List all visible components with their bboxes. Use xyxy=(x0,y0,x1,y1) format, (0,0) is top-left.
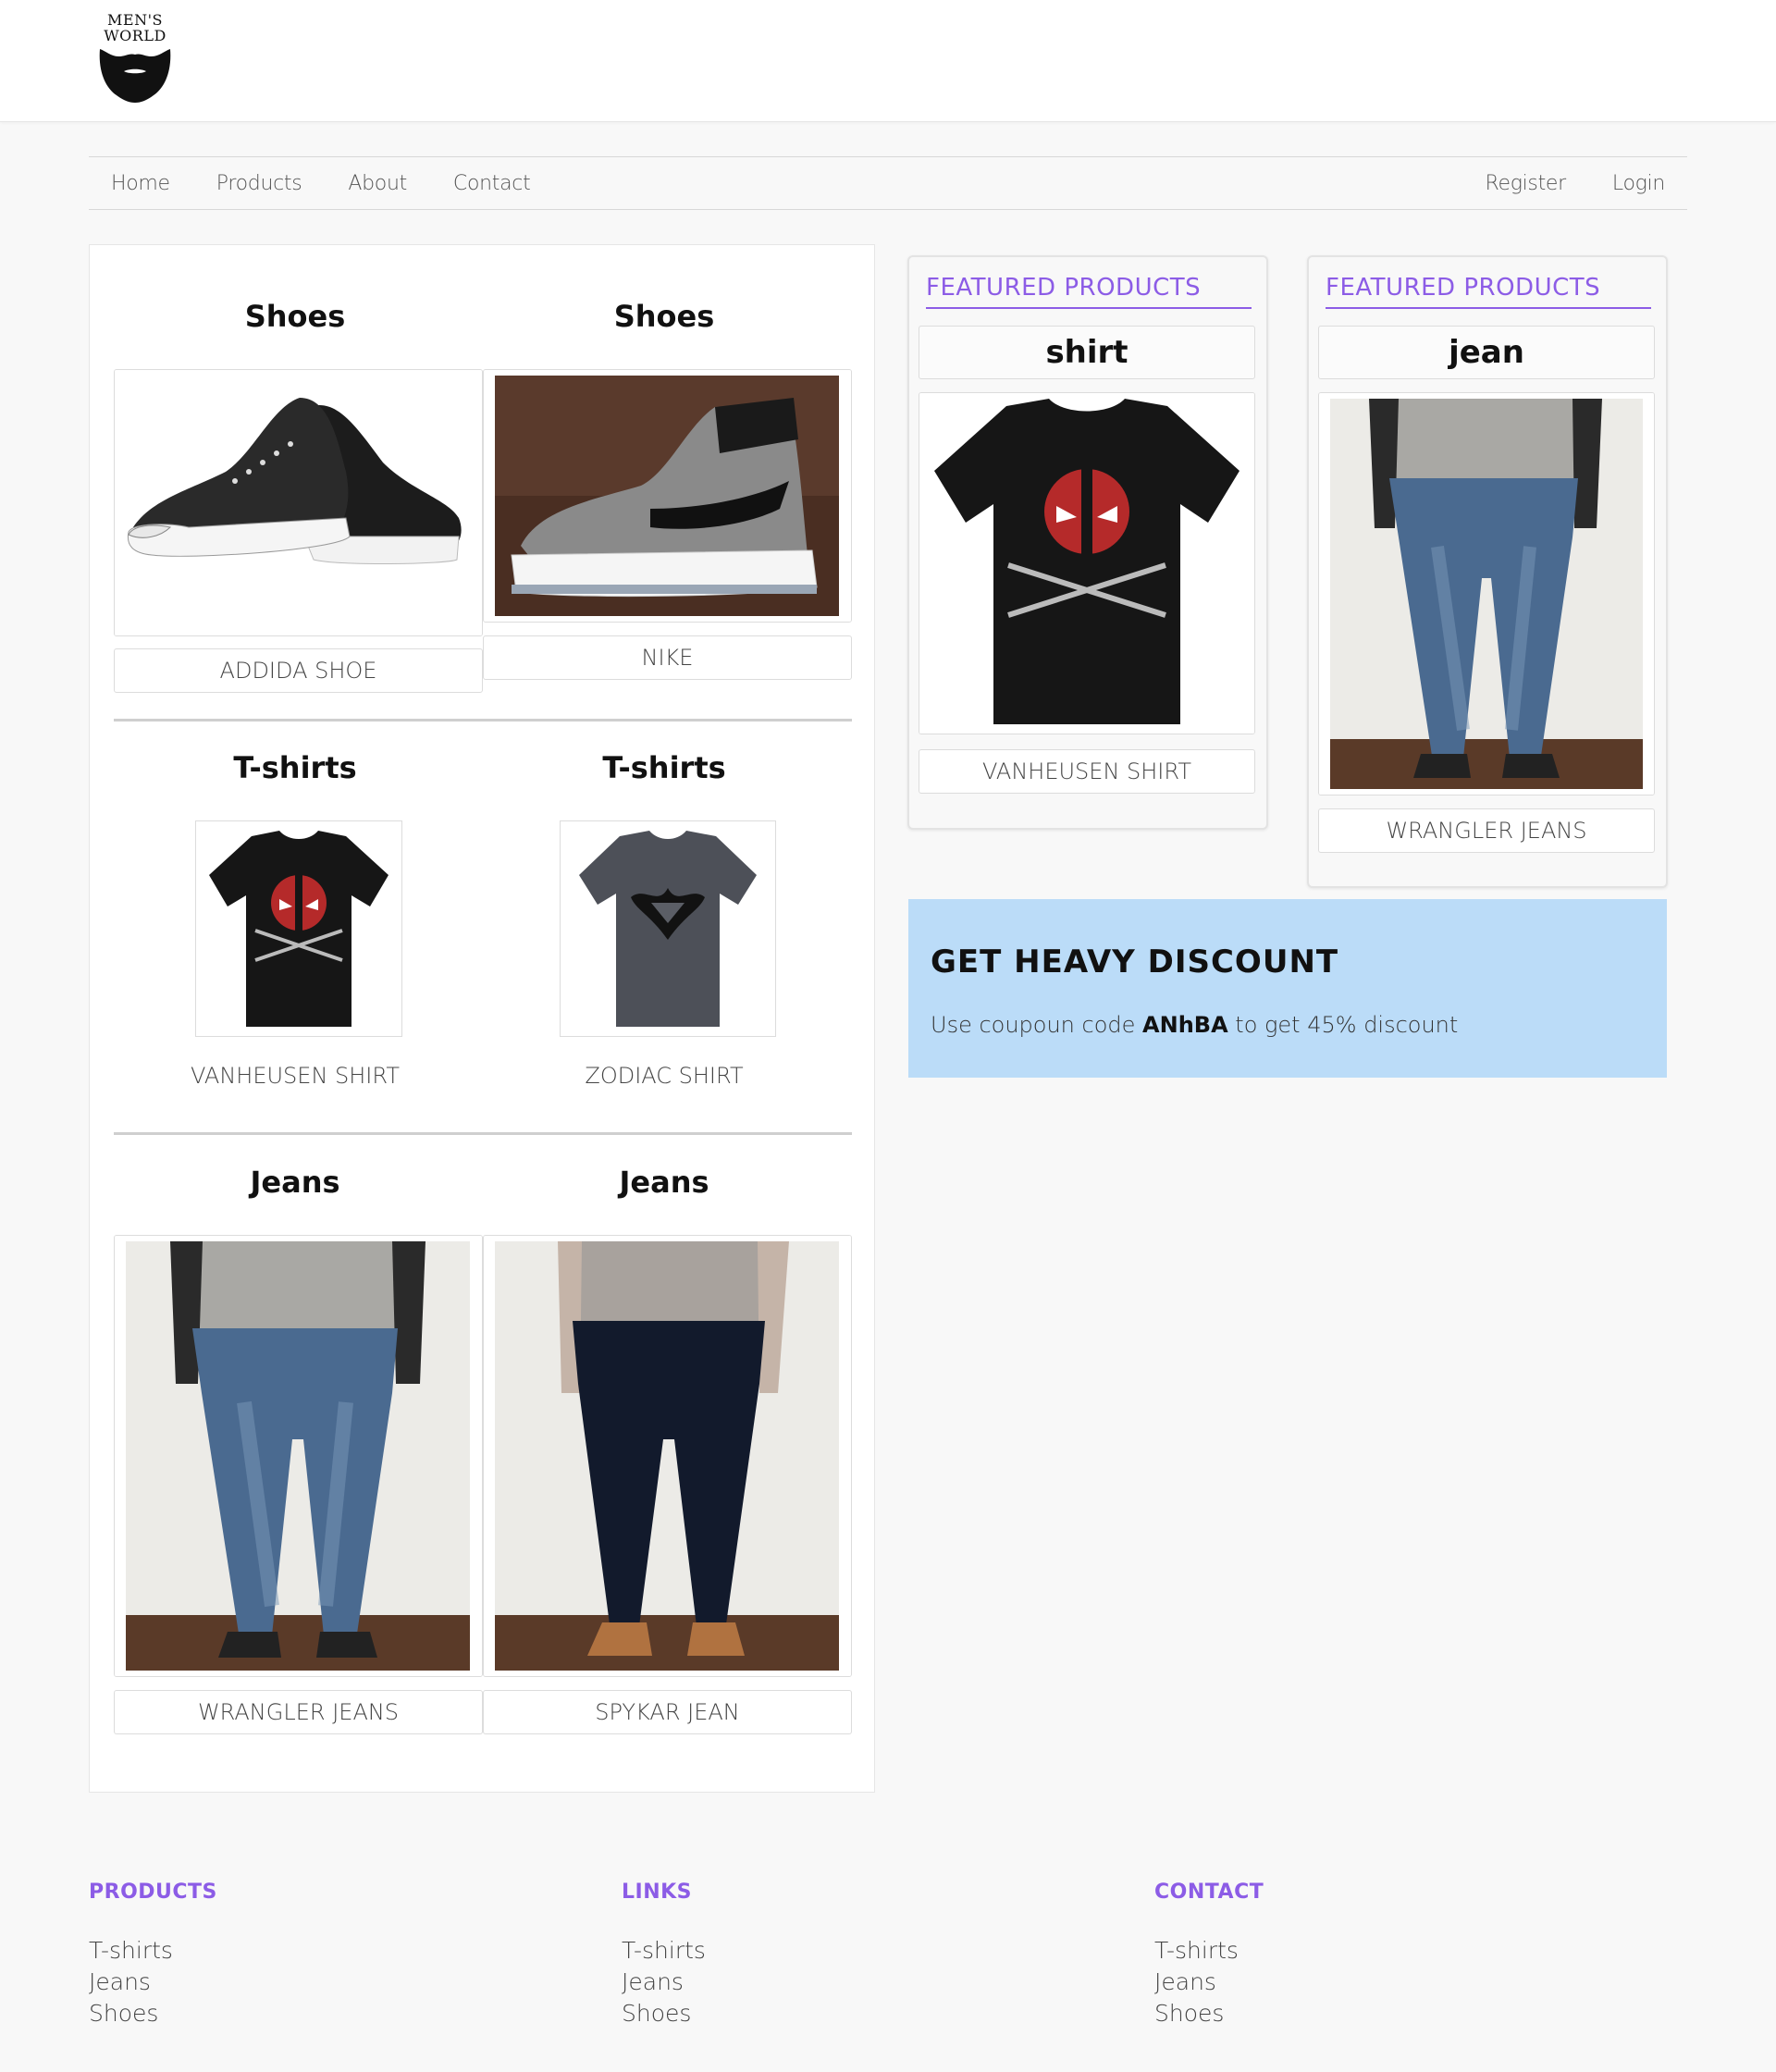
footer-link-jeans[interactable]: Jeans xyxy=(1154,1967,1524,1998)
footer-link-shoes[interactable]: Shoes xyxy=(622,1998,992,2029)
featured-title[interactable]: jean xyxy=(1318,326,1655,379)
footer-link-tshirts[interactable]: T-shirts xyxy=(89,1935,459,1967)
blue-jeans-image[interactable] xyxy=(1318,392,1655,796)
main-navbar: Home Products About Contact Register Log… xyxy=(89,156,1687,210)
dark-jeans-image[interactable] xyxy=(483,1235,852,1677)
nav-login[interactable]: Login xyxy=(1612,172,1665,195)
brand-logo[interactable]: MEN'S WORLD xyxy=(93,11,177,104)
featured-product-name[interactable]: WRANGLER JEANS xyxy=(1318,808,1655,853)
featured-product-name[interactable]: VANHEUSEN SHIRT xyxy=(919,749,1255,794)
footer-link-shoes[interactable]: Shoes xyxy=(1154,1998,1524,2029)
row-divider xyxy=(114,719,852,722)
featured-heading: FEATURED PRODUCTS xyxy=(1326,274,1651,309)
product-name-box[interactable]: SPYKAR JEAN xyxy=(483,1690,852,1734)
category-title: Jeans xyxy=(250,1165,340,1200)
footer-column-contact: CONTACT T-shirts Jeans Shoes xyxy=(1154,1881,1524,2029)
footer-title: CONTACT xyxy=(1154,1881,1264,1904)
product-catalog: Shoes Shoes ADDIDA SHOE NIKE T-shirts T-… xyxy=(89,244,875,1793)
footer-link-jeans[interactable]: Jeans xyxy=(89,1967,459,1998)
featured-card: FEATURED PRODUCTS shirt VANHEUSEN SHIRT xyxy=(907,255,1268,830)
row-divider xyxy=(114,1132,852,1135)
discount-text: Use coupoun code ANhBA to get 45% discou… xyxy=(931,1012,1458,1038)
beard-icon xyxy=(99,49,171,103)
discount-banner: GET HEAVY DISCOUNT Use coupoun code ANhB… xyxy=(908,899,1667,1078)
category-title: Jeans xyxy=(619,1165,709,1200)
nav-about[interactable]: About xyxy=(348,172,407,195)
nav-products[interactable]: Products xyxy=(216,172,302,195)
category-title: T-shirts xyxy=(602,750,726,785)
batman-superman-tshirt-image[interactable] xyxy=(560,820,776,1037)
product-name-box[interactable]: ADDIDA SHOE xyxy=(114,648,483,693)
category-title: Shoes xyxy=(613,299,715,334)
featured-title[interactable]: shirt xyxy=(919,326,1255,379)
footer-title: PRODUCTS xyxy=(89,1881,217,1904)
discount-title: GET HEAVY DISCOUNT xyxy=(931,944,1339,980)
deadpool-tshirt-image[interactable] xyxy=(919,392,1255,734)
footer-column-links: LINKS T-shirts Jeans Shoes xyxy=(622,1881,992,2029)
sneaker-image[interactable] xyxy=(114,369,483,636)
coupon-code: ANhBA xyxy=(1142,1012,1228,1038)
footer-link-tshirts[interactable]: T-shirts xyxy=(1154,1935,1524,1967)
footer-link-tshirts[interactable]: T-shirts xyxy=(622,1935,992,1967)
product-name-box[interactable]: WRANGLER JEANS xyxy=(114,1690,483,1734)
product-name[interactable]: VANHEUSEN SHIRT xyxy=(110,1063,480,1089)
nav-home[interactable]: Home xyxy=(111,172,170,195)
blue-jeans-image[interactable] xyxy=(114,1235,483,1677)
deadpool-tshirt-image[interactable] xyxy=(195,820,402,1037)
footer-column-products: PRODUCTS T-shirts Jeans Shoes xyxy=(89,1881,459,2029)
logo-line-2: WORLD xyxy=(104,27,166,44)
hightop-image[interactable] xyxy=(483,369,852,623)
featured-card: FEATURED PRODUCTS jean WRANGLER JEANS xyxy=(1307,255,1668,888)
category-title: Shoes xyxy=(244,299,346,334)
product-name[interactable]: ZODIAC SHIRT xyxy=(479,1063,849,1089)
category-title: T-shirts xyxy=(233,750,357,785)
featured-heading: FEATURED PRODUCTS xyxy=(926,274,1252,309)
nav-contact[interactable]: Contact xyxy=(453,172,531,195)
footer-link-jeans[interactable]: Jeans xyxy=(622,1967,992,1998)
footer-title: LINKS xyxy=(622,1881,693,1904)
product-name-box[interactable]: NIKE xyxy=(483,635,852,680)
nav-register[interactable]: Register xyxy=(1485,172,1566,195)
site-header: MEN'S WORLD xyxy=(0,0,1776,122)
discount-text-before: Use coupoun code xyxy=(931,1012,1143,1038)
footer-link-shoes[interactable]: Shoes xyxy=(89,1998,459,2029)
discount-text-after: to get 45% discount xyxy=(1227,1012,1459,1038)
